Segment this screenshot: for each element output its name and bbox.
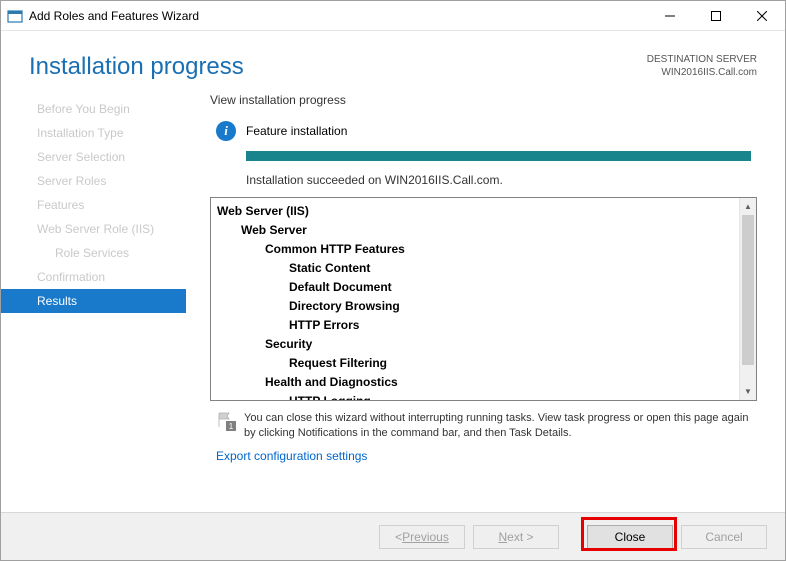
sidebar-item-installation-type: Installation Type (1, 121, 186, 145)
page-title: Installation progress (29, 53, 244, 81)
sidebar-item-server-selection: Server Selection (1, 145, 186, 169)
scroll-down-icon[interactable]: ▼ (740, 383, 756, 400)
destination-label: DESTINATION SERVER (647, 53, 757, 66)
flag-badge: 1 (226, 421, 236, 431)
succeeded-text: Installation succeeded on WIN2016IIS.Cal… (246, 173, 757, 187)
sidebar-item-features: Features (1, 193, 186, 217)
tree-node: Directory Browsing (217, 297, 733, 316)
tree-node: Static Content (217, 259, 733, 278)
scrollbar[interactable]: ▲ ▼ (739, 198, 756, 400)
maximize-button[interactable] (693, 1, 739, 31)
wizard-sidebar: Before You Begin Installation Type Serve… (1, 93, 186, 473)
next-button: Next > (473, 525, 559, 549)
status-text: Feature installation (246, 124, 347, 138)
tree-node: Default Document (217, 278, 733, 297)
minimize-button[interactable] (647, 1, 693, 31)
sidebar-item-web-server-role: Web Server Role (IIS) (1, 217, 186, 241)
main-panel: View installation progress i Feature ins… (186, 93, 785, 473)
destination-info: DESTINATION SERVER WIN2016IIS.Call.com (647, 53, 757, 79)
tree-node: Security (217, 335, 733, 354)
tree-node: HTTP Errors (217, 316, 733, 335)
tree-node: Web Server (IIS) (217, 202, 733, 221)
results-tree-content: Web Server (IIS)Web ServerCommon HTTP Fe… (211, 198, 739, 400)
sidebar-item-before-you-begin: Before You Begin (1, 97, 186, 121)
cancel-button: Cancel (681, 525, 767, 549)
progress-bar (246, 151, 751, 161)
app-icon (7, 8, 23, 24)
hint-row: 1 You can close this wizard without inte… (210, 411, 757, 441)
scroll-up-icon[interactable]: ▲ (740, 198, 756, 215)
titlebar: Add Roles and Features Wizard (1, 1, 785, 31)
subtitle: View installation progress (210, 93, 757, 107)
footer: < Previous Next > Close Cancel (1, 512, 785, 560)
tree-node: Request Filtering (217, 354, 733, 373)
flag-icon: 1 (216, 411, 234, 429)
scroll-thumb[interactable] (742, 215, 754, 365)
status-row: i Feature installation (210, 121, 757, 141)
export-link[interactable]: Export configuration settings (210, 449, 757, 463)
results-tree: Web Server (IIS)Web ServerCommon HTTP Fe… (210, 197, 757, 401)
previous-button: < Previous (379, 525, 465, 549)
sidebar-item-confirmation: Confirmation (1, 265, 186, 289)
header: Installation progress DESTINATION SERVER… (1, 31, 785, 93)
scroll-track[interactable] (740, 365, 756, 383)
sidebar-item-results[interactable]: Results (1, 289, 186, 313)
tree-node: Health and Diagnostics (217, 373, 733, 392)
tree-node: Common HTTP Features (217, 240, 733, 259)
window-title: Add Roles and Features Wizard (29, 9, 647, 23)
tree-node: Web Server (217, 221, 733, 240)
hint-text: You can close this wizard without interr… (244, 411, 757, 441)
tree-node: HTTP Logging (217, 392, 733, 400)
sidebar-item-server-roles: Server Roles (1, 169, 186, 193)
sidebar-item-role-services: Role Services (1, 241, 186, 265)
info-icon: i (216, 121, 236, 141)
destination-server: WIN2016IIS.Call.com (647, 66, 757, 79)
close-window-button[interactable] (739, 1, 785, 31)
close-button[interactable]: Close (587, 525, 673, 549)
